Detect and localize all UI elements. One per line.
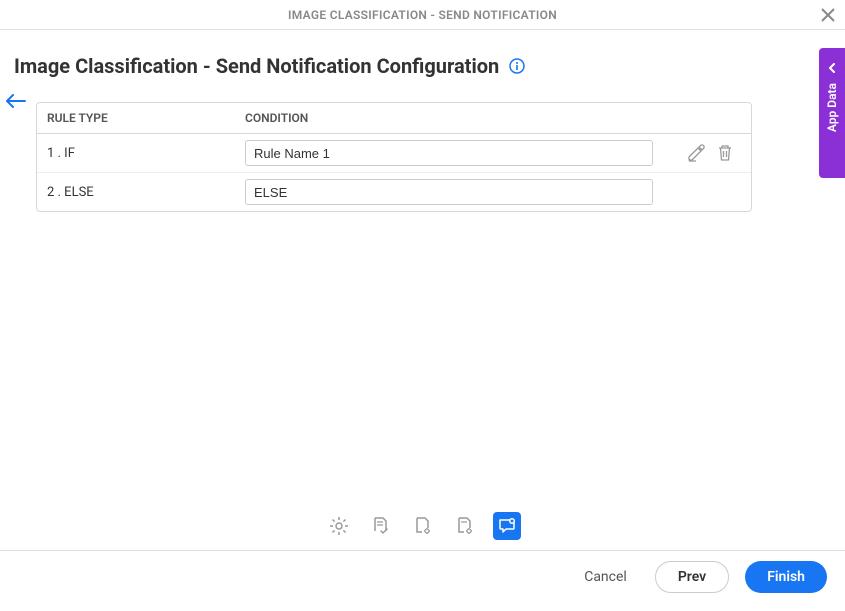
- titlebar-text: IMAGE CLASSIFICATION - SEND NOTIFICATION: [288, 8, 557, 22]
- titlebar: IMAGE CLASSIFICATION - SEND NOTIFICATION: [0, 0, 845, 30]
- cancel-button[interactable]: Cancel: [572, 561, 639, 593]
- prev-button[interactable]: Prev: [655, 561, 729, 593]
- back-arrow-icon[interactable]: [6, 94, 26, 108]
- table-row: 1 . IF: [37, 134, 751, 173]
- footer-actions: Cancel Prev Finish: [0, 550, 845, 611]
- table-row: 2 . ELSE: [37, 173, 751, 211]
- step-settings-icon[interactable]: [325, 512, 353, 540]
- finish-button[interactable]: Finish: [745, 561, 827, 593]
- condition-input[interactable]: [245, 179, 653, 205]
- step-notification-icon[interactable]: [493, 512, 521, 540]
- rules-table: RULE TYPE CONDITION 1 . IF 2 . ELSE: [36, 102, 752, 212]
- app-data-label: App Data: [825, 83, 839, 132]
- row-label: 2 . ELSE: [47, 185, 245, 200]
- app-data-tab[interactable]: App Data: [819, 48, 845, 178]
- close-icon[interactable]: [821, 6, 835, 27]
- table-header: RULE TYPE CONDITION: [37, 103, 751, 134]
- chevron-left-icon: [827, 58, 837, 77]
- step-document-gear2-icon[interactable]: [451, 512, 479, 540]
- condition-header: CONDITION: [245, 111, 308, 125]
- step-document-check-icon[interactable]: [367, 512, 395, 540]
- step-navigation: [0, 512, 845, 550]
- ruletype-header: RULE TYPE: [47, 111, 245, 125]
- step-document-gear-icon[interactable]: [409, 512, 437, 540]
- info-icon[interactable]: [509, 58, 525, 74]
- page-title: Image Classification - Send Notification…: [14, 54, 499, 78]
- edit-icon[interactable]: [687, 144, 705, 162]
- row-label: 1 . IF: [47, 146, 245, 161]
- delete-icon[interactable]: [717, 144, 733, 162]
- condition-input[interactable]: [245, 140, 653, 166]
